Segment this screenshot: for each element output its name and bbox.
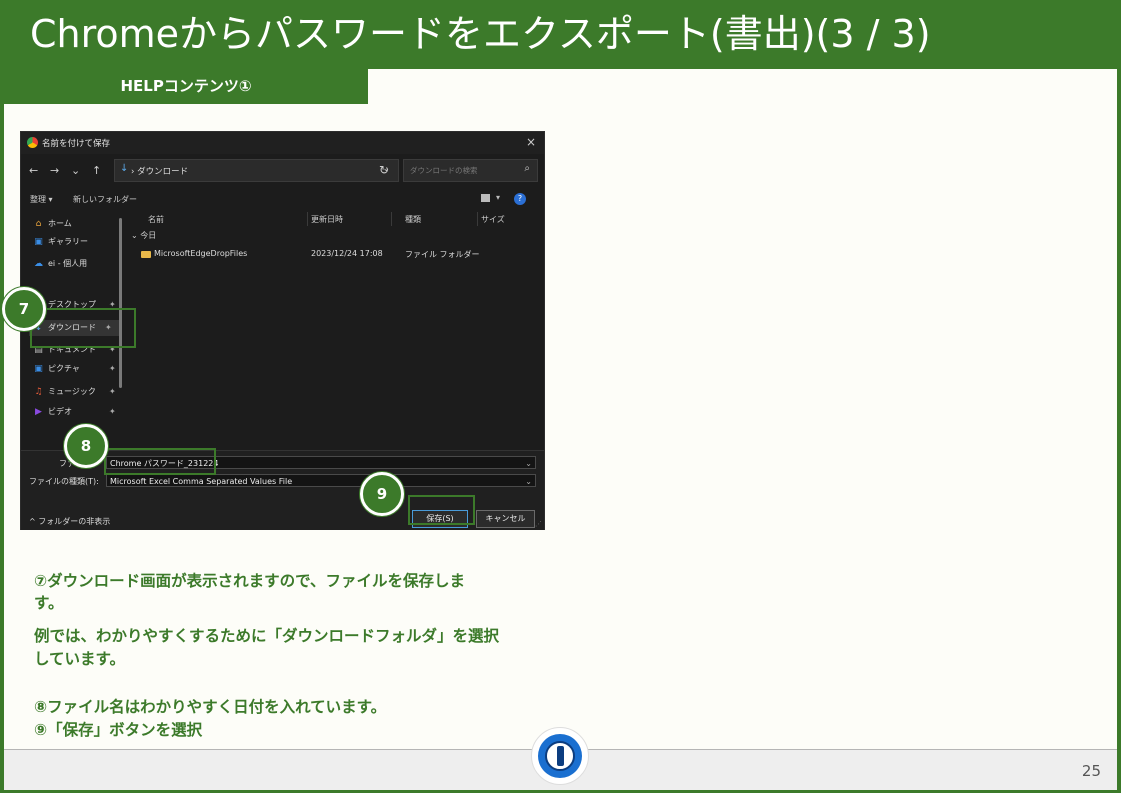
onedrive-icon: ☁: [34, 259, 43, 269]
step-callout-9: 9: [360, 472, 404, 516]
chevron-down-icon[interactable]: ▾: [496, 193, 500, 202]
app-logo: [531, 727, 589, 785]
music-icon: ♫: [34, 387, 43, 397]
highlight-filename: [104, 448, 216, 475]
keyhole-icon: [557, 746, 564, 766]
column-header-size[interactable]: サイズ: [481, 214, 505, 225]
instruction-line-1: ⑦ダウンロード画面が表示されますので、ファイルを保存しま: [34, 572, 466, 590]
file-list: 名前 更新日時 種類 サイズ ⌄ 今日 MicrosoftEdgeDropFil…: [131, 212, 544, 452]
up-arrow-icon[interactable]: ↑: [92, 164, 101, 177]
sidebar-item-home[interactable]: ⌂ ホーム: [33, 216, 72, 232]
step-callout-8: 8: [64, 424, 108, 468]
pictures-icon: ▣: [34, 364, 43, 374]
group-header-today[interactable]: ⌄ 今日: [131, 230, 156, 241]
forward-arrow-icon[interactable]: →: [50, 164, 59, 177]
sidebar-item-label: ホーム: [48, 219, 72, 228]
resize-grip-icon[interactable]: ⋰: [535, 520, 542, 528]
column-separator: [391, 212, 392, 226]
page-number: 25: [1081, 762, 1101, 780]
dialog-title: 名前を付けて保存: [42, 139, 111, 149]
instruction-line-2: す。: [34, 594, 64, 612]
table-row[interactable]: MicrosoftEdgeDropFiles 2023/12/24 17:08 …: [131, 249, 544, 263]
filetype-label: ファイルの種類(T):: [29, 477, 99, 486]
search-placeholder: ダウンロードの検索: [410, 166, 478, 175]
sidebar-item-label: ピクチャ: [48, 364, 80, 373]
file-date: 2023/12/24 17:08: [311, 249, 383, 258]
video-icon: ▶: [35, 407, 42, 417]
sidebar-item-label: ミュージック: [48, 387, 96, 396]
column-header-type[interactable]: 種類: [405, 214, 421, 225]
page-title: Chromeからパスワードをエクスポート(書出)(3 / 3): [30, 12, 931, 56]
file-type: ファイル フォルダー: [405, 250, 480, 259]
sidebar-item-videos[interactable]: ▶ ビデオ ✦: [33, 404, 116, 420]
organize-button[interactable]: 整理 ▾: [30, 194, 53, 205]
hide-folders-button[interactable]: ^ フォルダーの非表示: [29, 516, 110, 527]
step-callout-7: 7: [2, 287, 46, 331]
filetype-select[interactable]: Microsoft Excel Comma Separated Values F…: [106, 474, 536, 487]
close-icon[interactable]: ×: [526, 135, 536, 149]
gallery-icon: ▣: [34, 237, 43, 247]
dialog-titlebar: 名前を付けて保存 ×: [21, 132, 544, 154]
highlight-save: [408, 495, 475, 525]
chrome-icon: [27, 137, 38, 148]
column-header-date[interactable]: 更新日時: [311, 214, 343, 225]
section-tab-label: HELPコンテンツ①: [120, 77, 252, 95]
cancel-button[interactable]: キャンセル: [476, 510, 535, 528]
instruction-line-5: ⑧ファイル名はわかりやすく日付を入れています。: [34, 698, 387, 716]
sidebar-item-label: ei - 個人用: [48, 259, 88, 268]
search-icon: ⌕: [524, 163, 530, 174]
pin-icon: ✦: [109, 407, 116, 416]
chevron-down-icon[interactable]: ⌄: [525, 457, 532, 470]
new-folder-button[interactable]: 新しいフォルダー: [73, 194, 137, 205]
sidebar-item-onedrive[interactable]: ☁ ei - 個人用: [33, 256, 87, 272]
help-icon[interactable]: ?: [514, 193, 526, 205]
search-input[interactable]: ダウンロードの検索 ⌕: [403, 159, 538, 182]
nav-pane-scrollbar[interactable]: [119, 218, 122, 388]
sidebar-item-gallery[interactable]: ▣ ギャラリー: [33, 234, 88, 250]
instruction-line-3: 例では、わかりやすくするために「ダウンロードフォルダ」を選択: [34, 627, 500, 645]
address-bar[interactable]: ↓ › ダウンロード ⌄: [114, 159, 399, 182]
file-name: MicrosoftEdgeDropFiles: [154, 249, 248, 258]
dialog-toolbar: 整理 ▾ 新しいフォルダー ▾ ?: [21, 190, 544, 210]
column-header-name[interactable]: 名前: [148, 214, 164, 225]
sidebar-item-label: ギャラリー: [48, 237, 88, 246]
recent-locations-icon[interactable]: ⌄: [71, 164, 80, 177]
column-separator: [477, 212, 478, 226]
sidebar-item-label: ビデオ: [48, 407, 72, 416]
breadcrumb[interactable]: › ダウンロード: [131, 165, 188, 177]
instruction-line-6: ⑨「保存」ボタンを選択: [34, 721, 203, 739]
sidebar-item-pictures[interactable]: ▣ ピクチャ ✦: [33, 361, 115, 377]
pin-icon: ✦: [109, 387, 116, 396]
back-arrow-icon[interactable]: ←: [29, 164, 38, 177]
pin-icon: ✦: [109, 364, 116, 373]
filetype-value: Microsoft Excel Comma Separated Values F…: [110, 477, 293, 486]
download-icon: ↓: [120, 163, 129, 174]
sidebar-item-music[interactable]: ♫ ミュージック ✦: [33, 384, 115, 400]
title-bar: Chromeからパスワードをエクスポート(書出)(3 / 3): [0, 0, 1121, 69]
instruction-line-4: しています。: [34, 650, 125, 668]
refresh-icon[interactable]: ↻: [379, 163, 389, 177]
column-separator: [307, 212, 308, 226]
home-icon: ⌂: [35, 219, 42, 229]
highlight-downloads: [30, 308, 136, 348]
folder-icon: [141, 251, 151, 258]
section-tab: HELPコンテンツ①: [4, 69, 368, 104]
view-options-icon[interactable]: [481, 194, 490, 202]
chevron-down-icon[interactable]: ⌄: [525, 475, 532, 488]
